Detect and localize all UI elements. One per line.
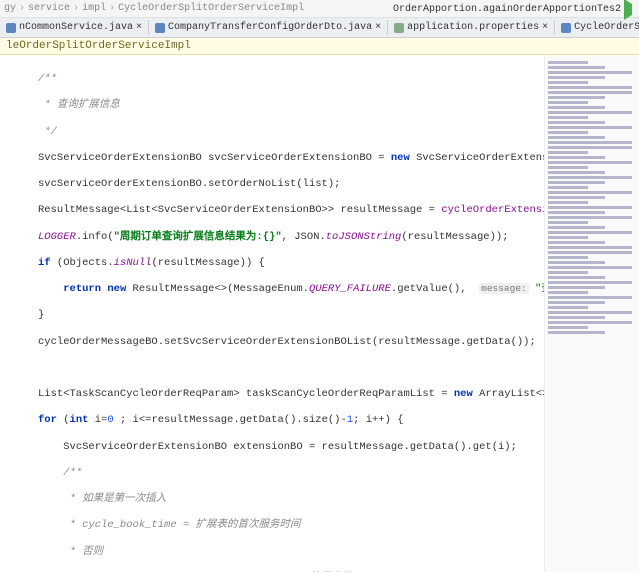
class-breadcrumb: leOrderSplitOrderServiceImpl [0, 38, 639, 55]
close-icon[interactable]: × [542, 22, 548, 33]
properties-file-icon [394, 23, 404, 33]
java-file-icon [561, 23, 571, 33]
crumb-pkg2[interactable]: service [28, 3, 70, 14]
breadcrumb: gy› service› impl› CycleOrderSplitOrderS… [0, 0, 639, 18]
tab-company-dto[interactable]: CompanyTransferConfigOrderDto.java× [149, 20, 388, 35]
close-icon[interactable]: × [136, 22, 142, 33]
crumb-pkg1[interactable]: gy [4, 3, 16, 14]
minimap[interactable] [544, 55, 639, 572]
tab-app-properties[interactable]: application.properties× [388, 20, 555, 35]
java-file-icon [155, 23, 165, 33]
crumb-class[interactable]: CycleOrderSplitOrderServiceImpl [118, 3, 304, 14]
run-controls: OrderApportion.againOrderApportionTes2 [393, 0, 635, 18]
tab-state-machine[interactable]: CycleOrderStateMachineService.java× [555, 20, 639, 35]
run-config-dropdown[interactable]: OrderApportion.againOrderApportionTes2 [393, 4, 621, 15]
crumb-pkg3[interactable]: impl [82, 3, 106, 14]
tab-common-service[interactable]: nCommonService.java× [0, 20, 149, 35]
close-icon[interactable]: × [375, 22, 381, 33]
chevron-right-icon: › [109, 3, 115, 14]
code-editor[interactable]: /** * 查询扩展信息 */ SvcServiceOrderExtension… [0, 55, 544, 572]
run-button[interactable] [624, 4, 632, 15]
java-file-icon [6, 23, 16, 33]
chevron-right-icon: › [73, 3, 79, 14]
editor-tabs: nCommonService.java× CompanyTransferConf… [0, 18, 639, 38]
chevron-right-icon: › [19, 3, 25, 14]
